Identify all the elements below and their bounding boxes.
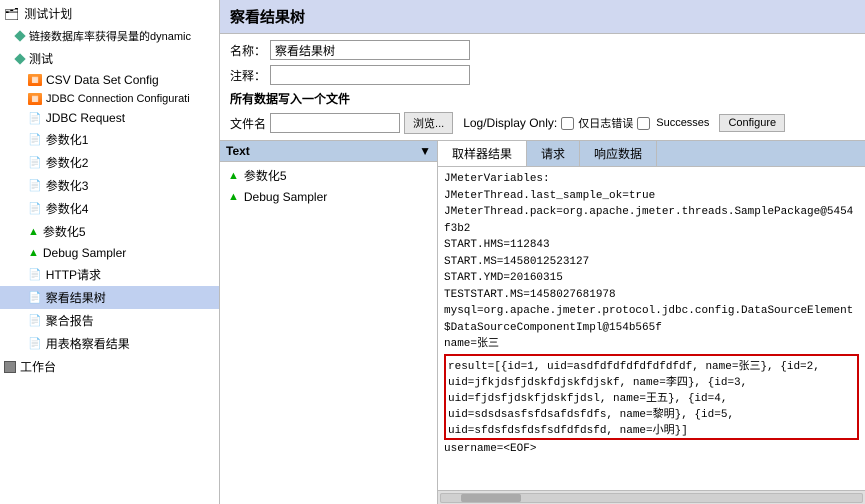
text-list-items: ▲ 参数化5 ▲ Debug Sampler bbox=[220, 162, 437, 504]
results-panel: 取样器结果 请求 响应数据 JMeterVariables: JMeterThr… bbox=[438, 141, 865, 504]
right-panel: 察看结果树 名称： 注释： 所有数据写入一个文件 文件名 浏览... Log/D bbox=[220, 0, 865, 504]
text-list-header: Text ▼ bbox=[220, 141, 437, 162]
successes-checkbox[interactable] bbox=[637, 117, 650, 130]
log-display-label: Log/Display Only: bbox=[463, 116, 557, 130]
name-label: 名称： bbox=[230, 42, 266, 59]
sidebar-item-link-data[interactable]: 链接数据库率获得吴量的dynamic bbox=[0, 25, 219, 47]
result-line-6: START.YMD=20160315 bbox=[444, 270, 859, 287]
comment-input[interactable] bbox=[270, 65, 470, 85]
sidebar: 🗂 测试计划 链接数据库率获得吴量的dynamic 测试 ▦ CSV Data … bbox=[0, 0, 220, 504]
list-item-debug-sampler[interactable]: ▲ Debug Sampler bbox=[220, 187, 437, 207]
browse-button[interactable]: 浏览... bbox=[404, 112, 453, 134]
sidebar-item-table-results[interactable]: 📄 用表格察看结果 bbox=[0, 332, 219, 355]
configure-button[interactable]: Configure bbox=[719, 114, 785, 132]
sidebar-item-canshuhua5[interactable]: ▲ 参数化5 bbox=[0, 220, 219, 243]
result-line-4: START.HMS=112843 bbox=[444, 237, 859, 254]
diamond2-icon bbox=[14, 53, 25, 64]
result-line-2: JMeterThread.last_sample_ok=true bbox=[444, 188, 859, 205]
sidebar-item-canshuhua4[interactable]: 📄 参数化4 bbox=[0, 197, 219, 220]
table-icon: 📄 bbox=[28, 337, 42, 350]
splitter-area: Text ▼ ▲ 参数化5 ▲ Debug Sampler bbox=[220, 141, 865, 504]
result-line-last: username=<EOF> bbox=[444, 441, 859, 458]
debug-icon: ▲ bbox=[28, 247, 39, 259]
page3-icon: 📄 bbox=[28, 179, 42, 192]
comment-label: 注释： bbox=[230, 67, 266, 84]
diamond-icon bbox=[14, 30, 25, 41]
csv-icon: ▦ bbox=[28, 74, 42, 86]
sidebar-item-debug-sampler[interactable]: ▲ Debug Sampler bbox=[0, 243, 219, 263]
text-list-panel: Text ▼ ▲ 参数化5 ▲ Debug Sampler bbox=[220, 141, 438, 504]
horizontal-scrollbar[interactable] bbox=[438, 490, 865, 504]
list-item-canshuhua5[interactable]: ▲ 参数化5 bbox=[220, 164, 437, 187]
comment-row: 注释： bbox=[230, 65, 855, 85]
sidebar-item-canshuhua2[interactable]: 📄 参数化2 bbox=[0, 151, 219, 174]
page1-icon: 📄 bbox=[28, 133, 42, 146]
sidebar-item-view-results[interactable]: 📄 察看结果树 bbox=[0, 286, 219, 309]
test-plan-icon: 🗂 bbox=[4, 7, 19, 21]
sidebar-item-test-plan[interactable]: 🗂 测试计划 bbox=[0, 2, 219, 25]
results-tabs: 取样器结果 请求 响应数据 bbox=[438, 141, 865, 167]
green-triangle2-icon: ▲ bbox=[228, 191, 239, 203]
sidebar-item-canshuhua3[interactable]: 📄 参数化3 bbox=[0, 174, 219, 197]
result-line-9: name=张三 bbox=[444, 336, 859, 353]
h-scroll-thumb[interactable] bbox=[461, 494, 521, 502]
filename-label: 文件名 bbox=[230, 115, 266, 132]
result-line-8: mysql=org.apache.jmeter.protocol.jdbc.co… bbox=[444, 303, 859, 336]
result-line-7: TESTSTART.MS=1458027681978 bbox=[444, 287, 859, 304]
write-section-label: 所有数据写入一个文件 bbox=[230, 90, 855, 107]
dropdown-arrow-icon[interactable]: ▼ bbox=[419, 144, 431, 158]
h-scroll-track bbox=[440, 493, 863, 503]
page2-icon: 📄 bbox=[28, 156, 42, 169]
agg-icon: 📄 bbox=[28, 314, 42, 327]
result-line-1: JMeterVariables: bbox=[444, 171, 859, 188]
config-form: 名称： 注释： 所有数据写入一个文件 文件名 浏览... Log/Display… bbox=[220, 34, 865, 141]
sidebar-item-workbench[interactable]: 工作台 bbox=[0, 355, 219, 378]
sidebar-items: 🗂 测试计划 链接数据库率获得吴量的dynamic 测试 ▦ CSV Data … bbox=[0, 0, 219, 504]
name-row: 名称： bbox=[230, 40, 855, 60]
http-icon: 📄 bbox=[28, 268, 42, 281]
result-line-3: JMeterThread.pack=org.apache.jmeter.thre… bbox=[444, 204, 859, 237]
errors-checkbox[interactable] bbox=[561, 117, 574, 130]
sampler-icon: 📄 bbox=[28, 112, 42, 125]
page4-icon: 📄 bbox=[28, 202, 42, 215]
tab-request[interactable]: 请求 bbox=[527, 141, 580, 166]
sidebar-item-csv[interactable]: ▦ CSV Data Set Config bbox=[0, 70, 219, 90]
file-section: 文件名 浏览... Log/Display Only: 仅日志错误 Succes… bbox=[230, 112, 855, 134]
sidebar-item-jdbc-config[interactable]: ▦ JDBC Connection Configurati bbox=[0, 90, 219, 108]
result-highlighted-line: result=[{id=1, uid=asdfdfdfdfdfdfdfdf, n… bbox=[444, 354, 859, 440]
errors-label: 仅日志错误 bbox=[578, 115, 633, 131]
jdbc-icon: ▦ bbox=[28, 93, 42, 105]
tab-response-data[interactable]: 响应数据 bbox=[580, 141, 657, 166]
text-header-label: Text bbox=[226, 144, 419, 158]
tab-sampler-result[interactable]: 取样器结果 bbox=[438, 141, 527, 166]
panel-title: 察看结果树 bbox=[220, 0, 865, 34]
name-input[interactable] bbox=[270, 40, 470, 60]
sidebar-item-jdbc-request[interactable]: 📄 JDBC Request bbox=[0, 108, 219, 128]
successes-label: Successes bbox=[656, 117, 709, 129]
results-text-content: JMeterVariables: JMeterThread.last_sampl… bbox=[438, 167, 865, 490]
workbench-icon bbox=[4, 361, 16, 373]
filename-input[interactable] bbox=[270, 113, 400, 133]
sidebar-item-aggregate[interactable]: 📄 聚合报告 bbox=[0, 309, 219, 332]
view-results-icon: 📄 bbox=[28, 291, 42, 304]
green-triangle-icon: ▲ bbox=[228, 170, 239, 182]
sidebar-item-canshuhua1[interactable]: 📄 参数化1 bbox=[0, 128, 219, 151]
leaf5-icon: ▲ bbox=[28, 226, 39, 238]
sidebar-item-http-request[interactable]: 📄 HTTP请求 bbox=[0, 263, 219, 286]
sidebar-item-ce-shi[interactable]: 测试 bbox=[0, 47, 219, 70]
result-line-5: START.MS=1458012523127 bbox=[444, 254, 859, 271]
